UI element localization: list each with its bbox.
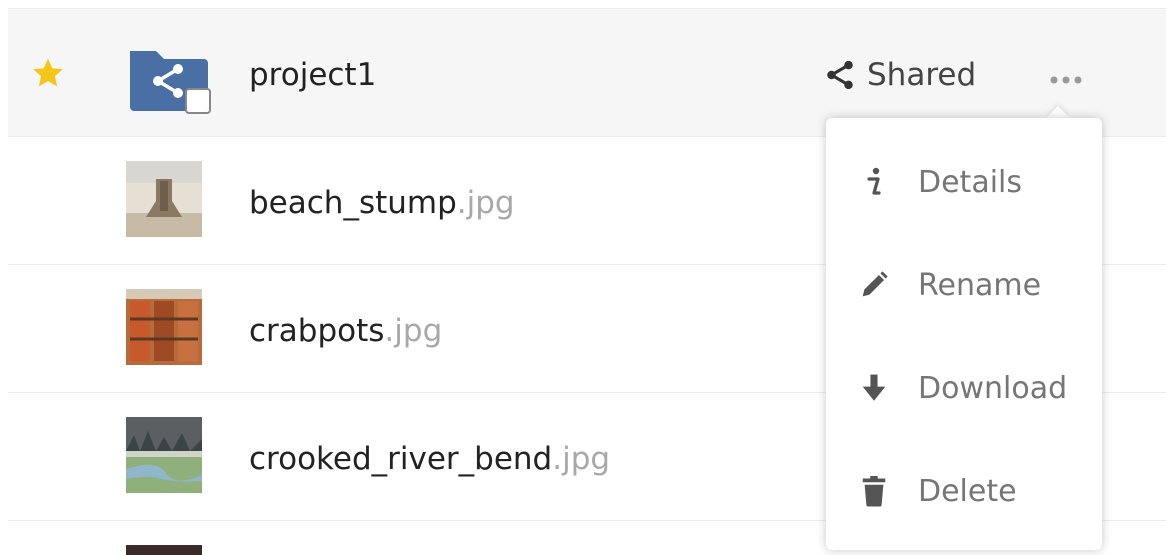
- shared-label: Shared: [867, 57, 977, 93]
- menu-label-details: Details: [918, 164, 1023, 200]
- file-extension: .jpg: [456, 185, 515, 221]
- file-name[interactable]: beach_stump.jpg: [249, 183, 515, 223]
- beach-stump-thumbnail: [126, 161, 202, 237]
- menu-item-details[interactable]: Details: [826, 142, 1102, 222]
- shared-button[interactable]: Shared: [823, 55, 976, 95]
- menu-item-delete[interactable]: Delete: [826, 451, 1102, 531]
- download-icon: [856, 370, 892, 406]
- star-icon[interactable]: [30, 55, 66, 91]
- file-basename: beach_stump: [249, 185, 457, 221]
- crabpots-thumbnail: [126, 289, 202, 365]
- info-icon: [856, 164, 892, 200]
- crooked-river-bend-thumbnail: [126, 417, 202, 493]
- menu-arrow: [1046, 106, 1070, 118]
- menu-item-rename[interactable]: Rename: [826, 245, 1102, 325]
- share-icon: [827, 60, 853, 90]
- file-row-project1[interactable]: project1 Shared: [8, 8, 1166, 136]
- menu-label-download: Download: [918, 370, 1068, 406]
- pencil-icon: [856, 267, 892, 303]
- trash-icon: [856, 473, 892, 509]
- menu-label-rename: Rename: [918, 267, 1042, 303]
- file-name[interactable]: project1: [249, 55, 376, 95]
- file-extension: .jpg: [552, 441, 611, 477]
- menu-item-download[interactable]: Download: [826, 348, 1102, 428]
- file-name[interactable]: crabpots.jpg: [249, 311, 442, 351]
- file-basename: crabpots: [249, 313, 385, 349]
- menu-label-delete: Delete: [918, 473, 1017, 509]
- shared-folder-icon: [130, 51, 211, 114]
- file-name[interactable]: crooked_river_bend.jpg: [249, 439, 610, 479]
- next-file-thumbnail: [126, 545, 202, 555]
- file-basename: crooked_river_bend: [249, 441, 553, 477]
- more-icon[interactable]: [1048, 73, 1084, 87]
- file-basename: project1: [249, 57, 377, 93]
- file-extension: .jpg: [384, 313, 443, 349]
- file-actions-menu: Details Rename Download Delete: [826, 118, 1102, 550]
